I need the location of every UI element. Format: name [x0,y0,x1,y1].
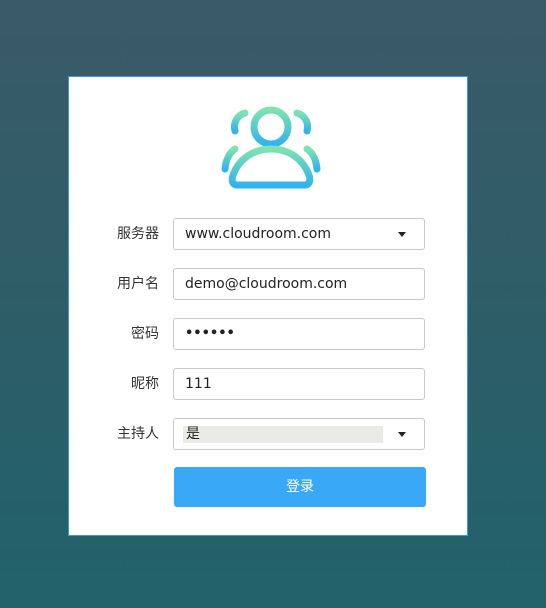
nickname-label: 昵称 [131,376,159,392]
login-button[interactable]: 登录 [174,467,426,507]
server-value: www.cloudroom.com [185,226,331,242]
username-label: 用户名 [117,276,159,292]
users-group-icon [221,106,321,189]
password-value: •••••• [185,326,235,341]
server-label: 服务器 [117,226,159,242]
login-card: 服务器 www.cloudroom.com 用户名 demo@cloudroom… [68,76,468,536]
nickname-field[interactable]: 111 [173,368,425,400]
server-select[interactable]: www.cloudroom.com [173,218,425,250]
password-row: 密码 •••••• [69,318,469,350]
host-select[interactable]: 是 [173,418,425,450]
username-row: 用户名 demo@cloudroom.com [69,268,469,300]
host-label: 主持人 [117,426,159,442]
password-label: 密码 [131,326,159,342]
host-value: 是 [186,426,200,442]
nickname-value: 111 [185,376,212,392]
username-value: demo@cloudroom.com [185,276,348,292]
host-selected-option: 是 [183,426,383,443]
caret-down-icon[interactable] [398,232,406,237]
server-row: 服务器 www.cloudroom.com [69,218,469,250]
host-row: 主持人 是 [69,418,469,450]
caret-down-icon[interactable] [398,432,406,437]
nickname-row: 昵称 111 [69,368,469,400]
username-field[interactable]: demo@cloudroom.com [173,268,425,300]
password-field[interactable]: •••••• [173,318,425,350]
